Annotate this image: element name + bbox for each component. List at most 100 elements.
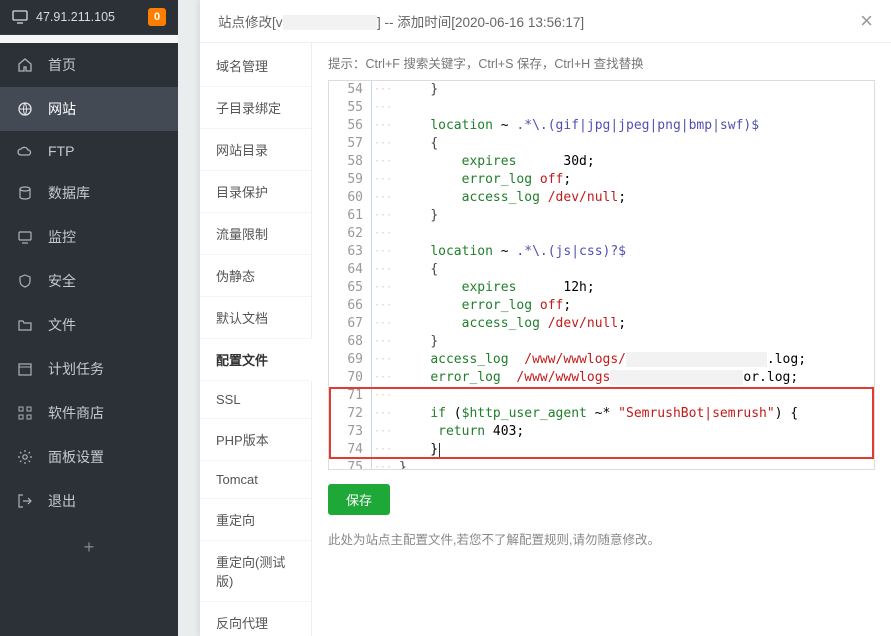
line-number: 55	[329, 99, 371, 117]
indent-guide: ···	[371, 423, 397, 441]
line-number: 75	[329, 459, 371, 470]
sidebar-header: 47.91.211.105 0	[0, 0, 178, 35]
sidebar-item-8[interactable]: 软件商店	[0, 391, 178, 435]
tab-重定向[interactable]: 重定向	[200, 499, 311, 541]
home-icon	[16, 57, 34, 73]
code-line-59[interactable]: 59··· error_log off;	[329, 171, 874, 189]
globe-icon	[16, 101, 34, 117]
indent-guide: ···	[371, 171, 397, 189]
code-line-74[interactable]: 74··· }	[329, 441, 874, 459]
tab-域名管理[interactable]: 域名管理	[200, 45, 311, 87]
code-line-65[interactable]: 65··· expires 12h;	[329, 279, 874, 297]
indent-guide: ···	[371, 387, 397, 405]
sidebar-item-0[interactable]: 首页	[0, 43, 178, 87]
tab-默认文档[interactable]: 默认文档	[200, 297, 311, 339]
sidebar-item-6[interactable]: 文件	[0, 303, 178, 347]
save-button[interactable]: 保存	[328, 484, 390, 515]
indent-guide: ···	[371, 117, 397, 135]
code-line-63[interactable]: 63··· location ~ .*\.(js|css)?$	[329, 243, 874, 261]
modal-tabs: 域名管理子目录绑定网站目录目录保护流量限制伪静态默认文档配置文件SSLPHP版本…	[200, 43, 312, 636]
sidebar-item-7[interactable]: 计划任务	[0, 347, 178, 391]
code-line-55[interactable]: 55···	[329, 99, 874, 117]
sidebar-item-5[interactable]: 安全	[0, 259, 178, 303]
indent-guide: ···	[371, 315, 397, 333]
tab-PHP版本[interactable]: PHP版本	[200, 419, 311, 461]
tab-伪静态[interactable]: 伪静态	[200, 255, 311, 297]
code-line-72[interactable]: 72··· if ($http_user_agent ~* "SemrushBo…	[329, 405, 874, 423]
sidebar-item-1[interactable]: 网站	[0, 87, 178, 131]
code-line-66[interactable]: 66··· error_log off;	[329, 297, 874, 315]
code-text: if ($http_user_agent ~* "SemrushBot|semr…	[397, 405, 874, 423]
code-text: expires 12h;	[397, 279, 874, 297]
sidebar-item-label: 网站	[48, 99, 76, 119]
tab-SSL[interactable]: SSL	[200, 381, 311, 419]
shield-icon	[16, 273, 34, 289]
tab-配置文件[interactable]: 配置文件	[200, 339, 311, 381]
sidebar-add-button[interactable]: +	[0, 523, 178, 572]
code-text: access_log /www/wwwlogs/xxxxxxxxxxxxxxxx…	[397, 351, 874, 369]
tab-Tomcat[interactable]: Tomcat	[200, 461, 311, 499]
code-line-75[interactable]: 75···}	[329, 459, 874, 470]
line-number: 66	[329, 297, 371, 315]
modal-title: 站点修改[vxxxxxxxxxxxxxx] -- 添加时间[2020-06-16…	[218, 11, 584, 31]
line-number: 69	[329, 351, 371, 369]
indent-guide: ···	[371, 351, 397, 369]
code-text: error_log off;	[397, 297, 874, 315]
code-text: }	[397, 333, 874, 351]
close-icon[interactable]: ×	[860, 14, 873, 28]
indent-guide: ···	[371, 225, 397, 243]
code-line-54[interactable]: 54··· }	[329, 81, 874, 99]
server-ip: 47.91.211.105	[36, 10, 115, 24]
tab-目录保护[interactable]: 目录保护	[200, 171, 311, 213]
tab-反向代理[interactable]: 反向代理	[200, 602, 311, 636]
line-number: 65	[329, 279, 371, 297]
line-number: 60	[329, 189, 371, 207]
code-line-67[interactable]: 67··· access_log /dev/null;	[329, 315, 874, 333]
modal-content: 提示：Ctrl+F 搜索关键字，Ctrl+S 保存，Ctrl+H 查找替换 54…	[312, 43, 891, 636]
sidebar-item-label: 文件	[48, 315, 76, 335]
back-strip	[178, 0, 200, 636]
code-line-56[interactable]: 56··· location ~ .*\.(gif|jpg|jpeg|png|b…	[329, 117, 874, 135]
code-line-61[interactable]: 61··· }	[329, 207, 874, 225]
code-text: {	[397, 261, 874, 279]
code-line-60[interactable]: 60··· access_log /dev/null;	[329, 189, 874, 207]
code-text: location ~ .*\.(gif|jpg|jpeg|png|bmp|swf…	[397, 117, 874, 135]
code-line-73[interactable]: 73··· return 403;	[329, 423, 874, 441]
sidebar-item-label: 首页	[48, 55, 76, 75]
indent-guide: ···	[371, 81, 397, 99]
code-line-69[interactable]: 69··· access_log /www/wwwlogs/xxxxxxxxxx…	[329, 351, 874, 369]
modal-header: 站点修改[vxxxxxxxxxxxxxx] -- 添加时间[2020-06-16…	[200, 0, 891, 43]
code-line-68[interactable]: 68··· }	[329, 333, 874, 351]
config-editor[interactable]: 54··· }55···56··· location ~ .*\.(gif|jp…	[328, 80, 875, 470]
code-text: }	[397, 81, 874, 99]
tab-流量限制[interactable]: 流量限制	[200, 213, 311, 255]
code-text: }	[397, 441, 874, 459]
sidebar-item-10[interactable]: 退出	[0, 479, 178, 523]
tab-网站目录[interactable]: 网站目录	[200, 129, 311, 171]
code-line-62[interactable]: 62···	[329, 225, 874, 243]
code-line-70[interactable]: 70··· error_log /www/wwwlogsxxxxxxxxxxxx…	[329, 369, 874, 387]
code-line-64[interactable]: 64··· {	[329, 261, 874, 279]
gear-icon	[16, 449, 34, 465]
sidebar-item-9[interactable]: 面板设置	[0, 435, 178, 479]
tab-子目录绑定[interactable]: 子目录绑定	[200, 87, 311, 129]
sidebar-item-4[interactable]: 监控	[0, 215, 178, 259]
indent-guide: ···	[371, 441, 397, 459]
code-line-57[interactable]: 57··· {	[329, 135, 874, 153]
notification-badge[interactable]: 0	[148, 8, 166, 26]
line-number: 71	[329, 387, 371, 405]
monitor-icon	[12, 10, 28, 24]
code-line-58[interactable]: 58··· expires 30d;	[329, 153, 874, 171]
sidebar-item-2[interactable]: FTP	[0, 131, 178, 171]
tab-重定向(测试版)[interactable]: 重定向(测试版)	[200, 541, 311, 602]
line-number: 74	[329, 441, 371, 459]
exit-icon	[16, 493, 34, 509]
line-number: 57	[329, 135, 371, 153]
sidebar-item-3[interactable]: 数据库	[0, 171, 178, 215]
line-number: 62	[329, 225, 371, 243]
code-text: }	[397, 459, 874, 470]
code-line-71[interactable]: 71···	[329, 387, 874, 405]
line-number: 73	[329, 423, 371, 441]
sidebar-top-gap	[0, 35, 178, 43]
sidebar-item-label: FTP	[48, 143, 74, 159]
